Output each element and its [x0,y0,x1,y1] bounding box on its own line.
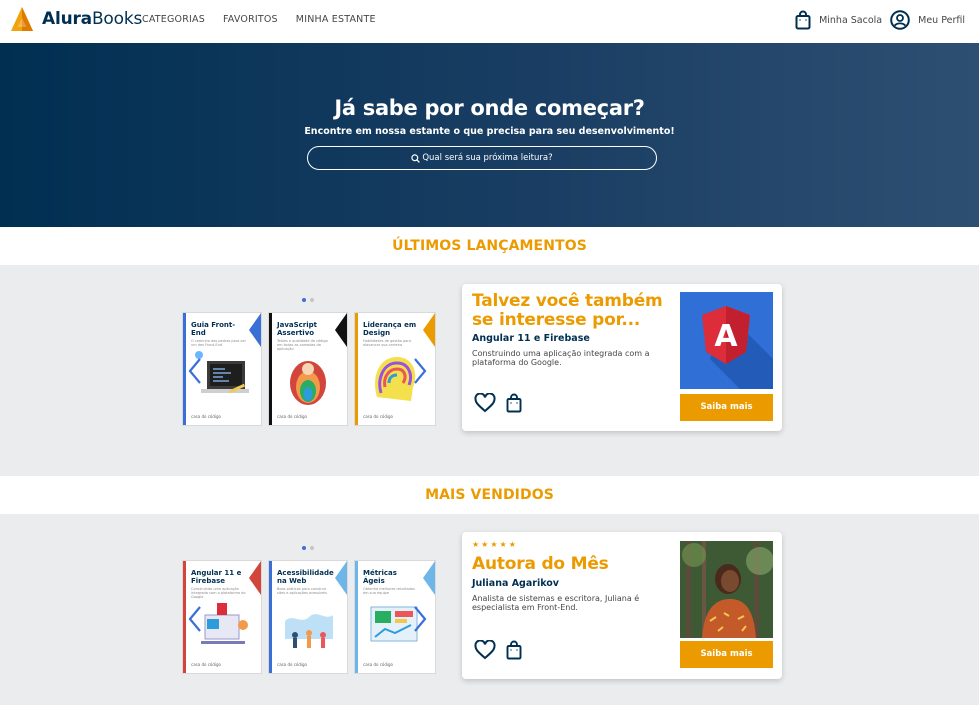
publisher-label: casa do código [277,414,307,419]
book-title: Liderança em Design [363,321,417,337]
author-description: Analista de sistemas e escritora, Julian… [472,594,640,612]
book-carousel: Guia Front-End O caminho das pedras para… [183,313,438,427]
angular-book-image: A [680,292,773,389]
bag-link[interactable]: Minha Sacola [795,10,882,30]
card-title: Autora do Mês [472,554,609,574]
top-navbar: AluraBooks CATEGORIAS FAVORITOS MINHA ES… [0,0,979,43]
hero-banner: Já sabe por onde começar? Encontre em no… [0,43,979,227]
user-actions: Minha Sacola Meu Perfil [795,10,965,30]
carousel-dot[interactable] [302,546,306,550]
publisher-label: casa do código [191,414,221,419]
chevron-right-icon[interactable] [411,357,429,385]
nav-favoritos[interactable]: FAVORITOS [223,14,278,25]
search-icon [411,153,421,163]
book-title: JavaScript Assertivo [277,321,318,337]
author-portrait-image [680,541,773,638]
saiba-mais-button[interactable]: Saiba mais [680,394,773,421]
card-description: Construindo uma aplicação integrada com … [472,349,650,367]
angular-logo-letter: A [714,319,738,354]
book-subtitle: Boas práticas para construir sites e apl… [277,587,327,595]
nav-categorias[interactable]: CATEGORIAS [142,14,205,25]
logo-text: AluraBooks [42,9,143,29]
matryoshka-illustration [290,361,326,405]
book-title: Métricas Ágeis [363,569,397,585]
publisher-label: casa do código [363,662,393,667]
publisher-label: casa do código [191,662,221,667]
logo-triangle-icon [11,7,33,31]
heart-icon[interactable] [474,393,496,413]
saiba-mais-button[interactable]: Saiba mais [680,641,773,668]
book-cover[interactable]: Acessibilidade na Web Boas práticas para… [269,561,347,673]
shopping-bag-icon [795,10,811,30]
carousel-dots [302,298,314,302]
book-subtitle: O caminho das pedras para ser um dev Fro… [191,339,246,347]
search-input[interactable]: Qual será sua próxima leitura? [307,146,657,170]
angular-logo-icon: A [702,306,773,389]
author-photo [680,541,773,638]
book-carousel: Angular 11 e Firebase Construindo uma ap… [183,561,438,675]
user-profile-icon [890,10,910,30]
rating-stars: ★★★★★ [472,540,518,549]
book-subtitle: Habilidades de gestão para alavancar sua… [363,339,412,347]
carousel-dot[interactable] [310,298,314,302]
book-title: Guia Front-End [191,321,236,337]
card-actions [474,640,522,660]
section-title-lancamentos: ÚLTIMOS LANÇAMENTOS [0,227,979,265]
publisher-label: casa do código [277,662,307,667]
carousel-dots [302,546,314,550]
profile-label: Meu Perfil [918,14,965,26]
carousel-dot[interactable] [302,298,306,302]
shopping-bag-icon[interactable] [506,393,522,413]
people-map-illustration [285,614,333,648]
hero-subtitle: Encontre em nossa estante o que precisa … [304,126,675,137]
card-title: Talvez você também se interesse por... [472,291,663,330]
card-book-name: Angular 11 e Firebase [472,333,590,344]
search-placeholder: Qual será sua próxima leitura? [422,153,553,163]
hero-title: Já sabe por onde começar? [334,96,645,120]
section-title-mais-vendidos: MAIS VENDIDOS [0,476,979,514]
main-nav: CATEGORIAS FAVORITOS MINHA ESTANTE [142,14,394,25]
chevron-left-icon[interactable] [186,357,204,385]
book-title: Angular 11 e Firebase [191,569,242,585]
chevron-left-icon[interactable] [186,605,204,633]
heart-icon[interactable] [474,640,496,660]
publisher-label: casa do código [363,414,393,419]
profile-link[interactable]: Meu Perfil [890,10,965,30]
book-title: Acessibilidade na Web [277,569,334,585]
alurabooks-logo[interactable]: AluraBooks [10,6,142,32]
author-name: Juliana Agarikov [472,578,559,589]
nav-minha-estante[interactable]: MINHA ESTANTE [296,14,376,25]
chevron-right-icon[interactable] [411,605,429,633]
book-cover[interactable]: JavaScript Assertivo Testes e qualidade … [269,313,347,425]
bag-label: Minha Sacola [819,14,883,26]
card-actions [474,393,522,413]
recommendation-card: Talvez você também se interesse por... A… [462,284,782,431]
book-subtitle: Obtenha melhores resultados em sua equip… [363,587,415,595]
carousel-dot[interactable] [310,546,314,550]
shopping-bag-icon[interactable] [506,640,522,660]
author-of-month-card: ★★★★★ Autora do Mês Juliana Agarikov Ana… [462,532,782,679]
